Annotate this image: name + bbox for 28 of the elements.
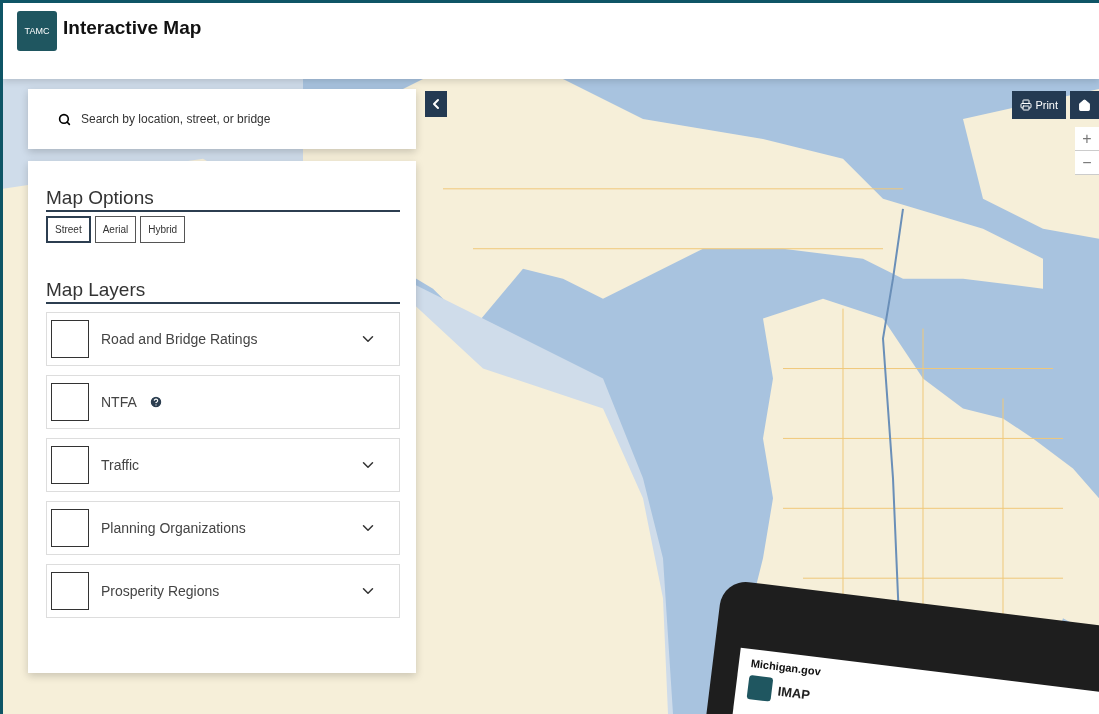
help-icon[interactable] — [148, 395, 163, 409]
collapse-panel-button[interactable] — [425, 91, 447, 117]
print-button[interactable]: Print — [1012, 91, 1066, 119]
layer-checkbox[interactable] — [51, 446, 89, 484]
search-field[interactable]: Search by location, street, or bridge — [79, 111, 386, 127]
layer-label: Prosperity Regions — [101, 583, 220, 599]
layer-label: Road and Bridge Ratings — [101, 331, 258, 347]
map-type-button[interactable]: Hybrid — [140, 216, 186, 243]
home-icon — [1078, 98, 1091, 112]
site-name: Michigan.gov — [750, 657, 822, 678]
logo — [746, 674, 774, 702]
section-heading: Map Layers — [46, 279, 400, 304]
search-icon — [58, 112, 71, 126]
home-button[interactable] — [1070, 91, 1099, 119]
logo: TAMC — [17, 11, 57, 51]
section-heading: Map Options — [46, 187, 400, 212]
layer-checkbox[interactable] — [51, 320, 89, 358]
layer-checkbox[interactable] — [51, 383, 89, 421]
printer-icon — [1020, 99, 1033, 111]
map-type-button[interactable]: Street — [46, 216, 91, 243]
layer-label: NTFA — [101, 394, 137, 410]
layer-checkbox[interactable] — [51, 572, 89, 610]
app-name: IMAP — [776, 683, 811, 702]
layer-checkbox[interactable] — [51, 509, 89, 547]
layer-label: Traffic — [101, 457, 140, 473]
map-type-button[interactable]: Aerial — [94, 216, 137, 243]
app-title: Interactive Map — [63, 17, 202, 39]
layer-label: Planning Organizations — [101, 520, 246, 536]
